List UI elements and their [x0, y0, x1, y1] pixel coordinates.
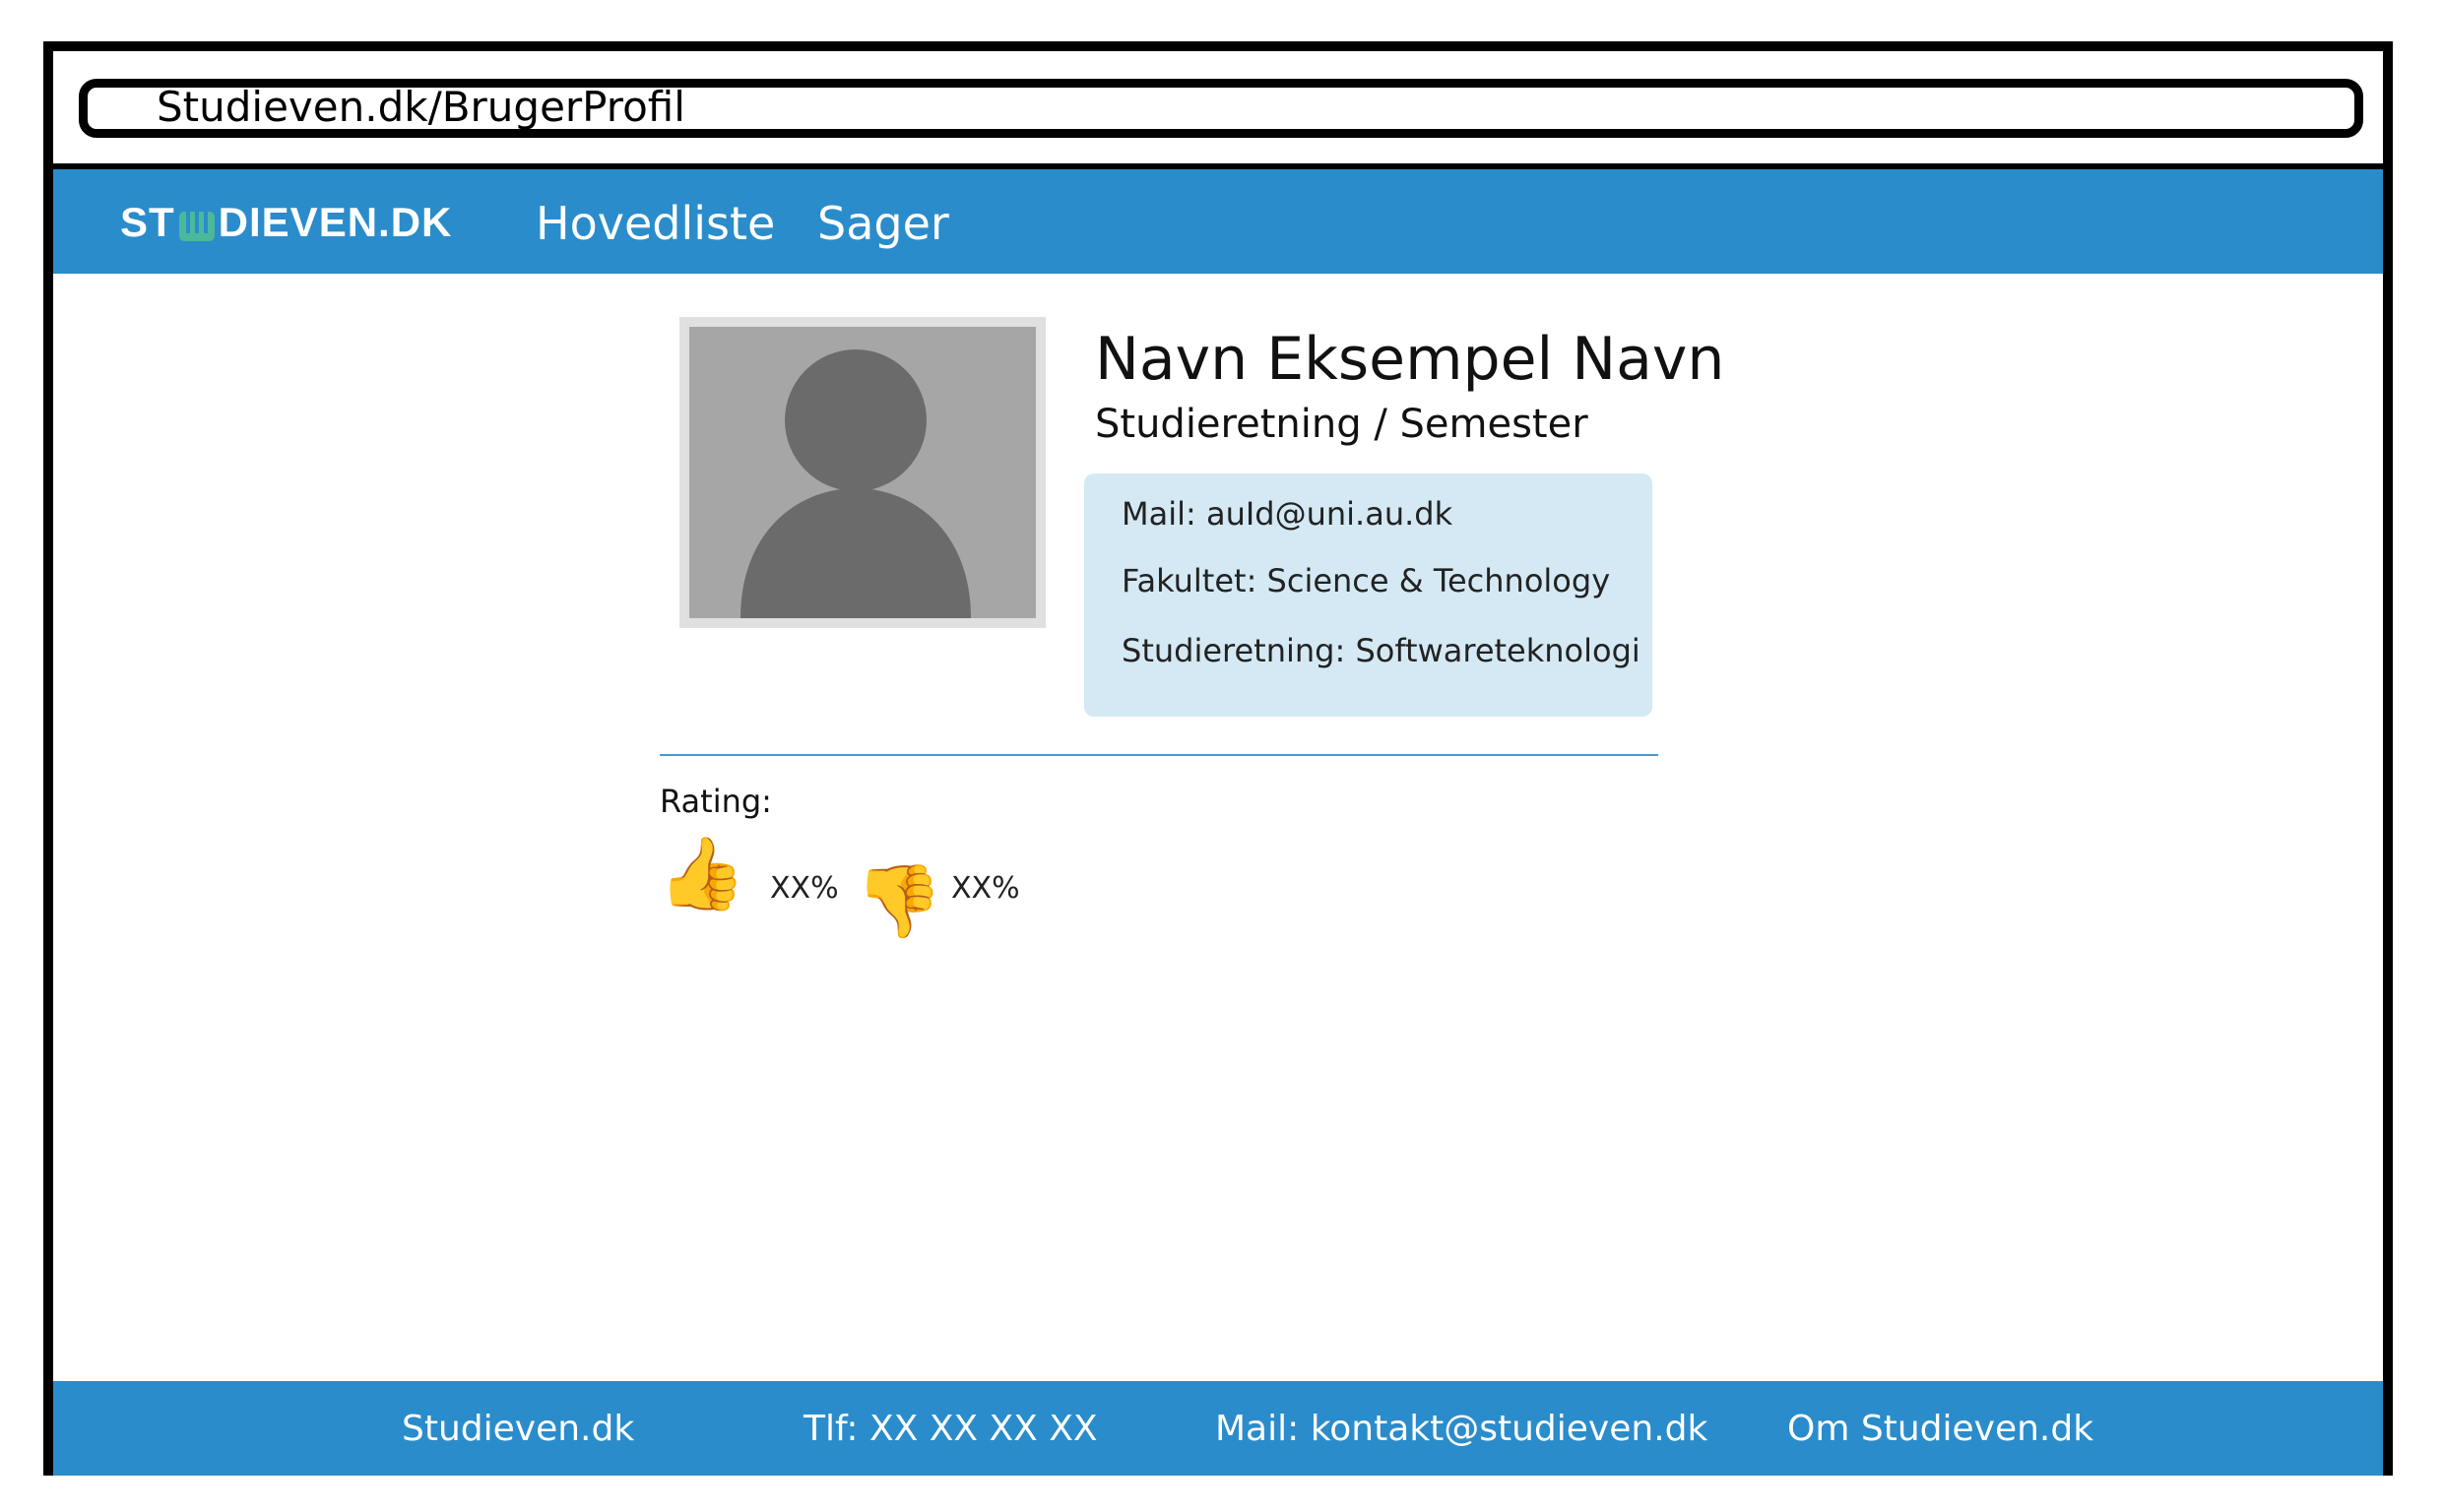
info-fakultet: Fakultet: Science & Technology — [1122, 562, 1611, 599]
section-divider — [660, 754, 1658, 756]
info-studieretning: Studieretning: Softwareteknologi — [1122, 632, 1640, 669]
thumbs-up-icon[interactable]: 👍 — [658, 839, 746, 910]
address-bar-url[interactable]: Studieven.dk/BrugerProfil — [157, 87, 685, 128]
info-mail: Mail: auId@uni.au.dk — [1122, 495, 1453, 533]
logo-text-start: ST — [120, 199, 175, 245]
rating-label: Rating: — [660, 783, 772, 820]
thumbs-down-icon[interactable]: 👎 — [855, 866, 943, 937]
top-navbar: ST DIEVEN.DK Hovedliste Sager — [53, 169, 2383, 274]
site-footer: Studieven.dk Tlf: XX XX XX XX Mail: kont… — [53, 1381, 2383, 1476]
nav-link-sager[interactable]: Sager — [817, 197, 949, 250]
profile-info-box: Mail: auId@uni.au.dk Fakultet: Science &… — [1084, 473, 1652, 717]
profile-name: Navn Eksempel Navn — [1095, 325, 1725, 394]
nav-link-hovedliste[interactable]: Hovedliste — [536, 197, 775, 250]
footer-link-studieven[interactable]: Studieven.dk — [402, 1409, 634, 1449]
footer-link-om[interactable]: Om Studieven.dk — [1787, 1409, 2093, 1449]
logo-text-end: DIEVEN.DK — [218, 199, 453, 245]
profile-avatar — [679, 317, 1046, 628]
footer-mail[interactable]: Mail: kontakt@studieven.dk — [1215, 1409, 1707, 1449]
book-icon — [177, 206, 217, 241]
site-logo[interactable]: ST DIEVEN.DK — [120, 199, 452, 246]
user-silhouette-icon — [689, 327, 1036, 618]
profile-subtitle: Studieretning / Semester — [1095, 402, 1588, 447]
thumbs-up-percentage: XX% — [770, 871, 839, 906]
address-bar[interactable]: Studieven.dk/BrugerProfil — [79, 79, 2363, 138]
footer-phone: Tlf: XX XX XX XX — [804, 1409, 1098, 1449]
thumbs-down-percentage: XX% — [951, 871, 1020, 906]
